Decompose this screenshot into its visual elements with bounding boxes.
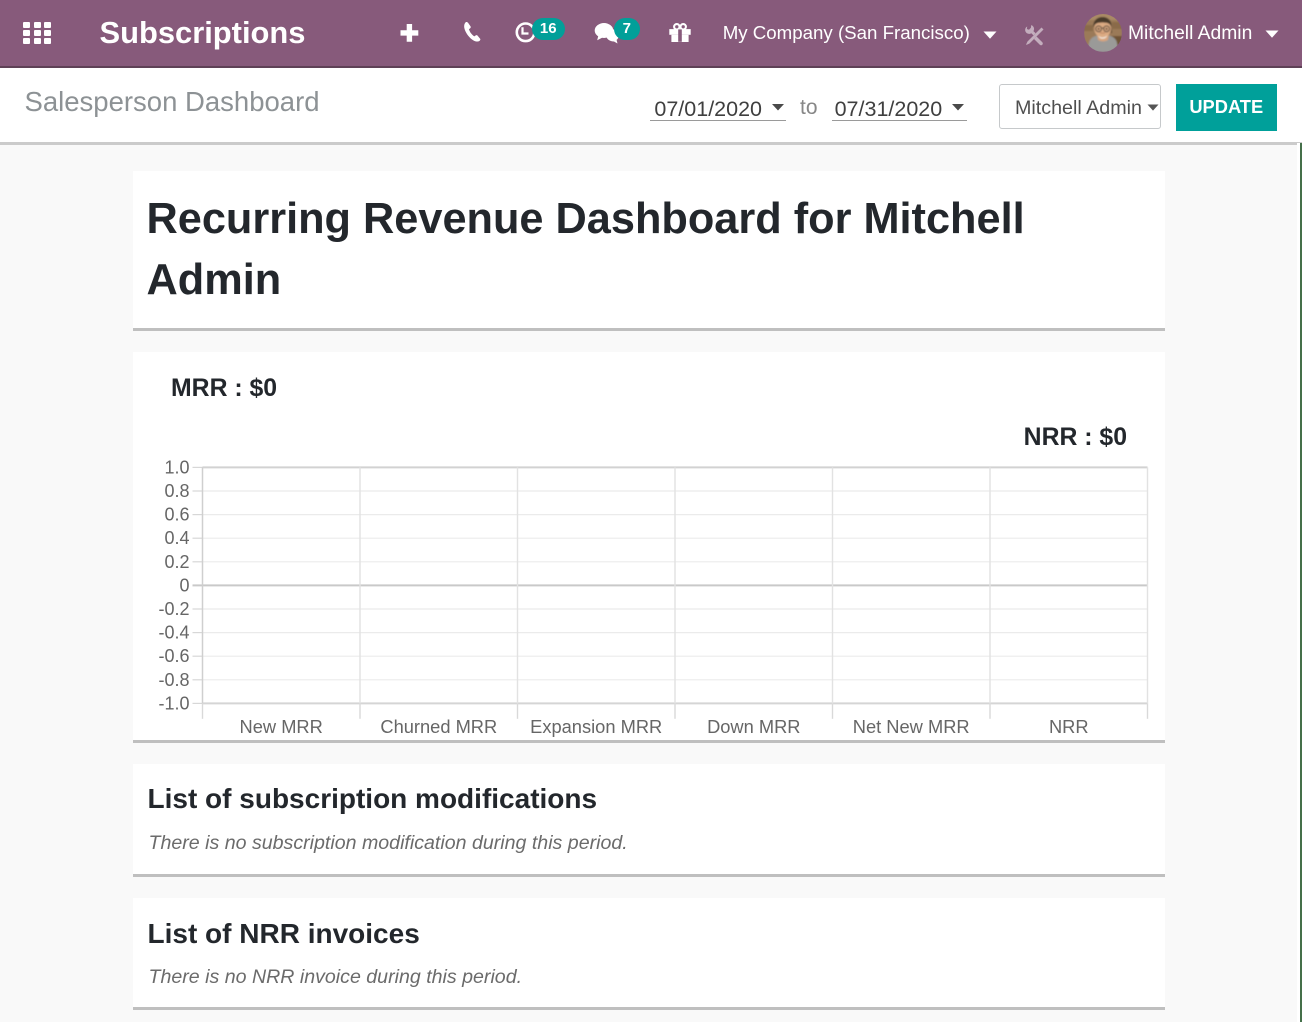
svg-text:-0.2: -0.2 (158, 599, 189, 619)
svg-text:0.2: 0.2 (164, 552, 189, 572)
svg-text:0.8: 0.8 (164, 481, 189, 501)
svg-text:Net New MRR: Net New MRR (852, 716, 969, 737)
svg-text:-0.8: -0.8 (158, 670, 189, 690)
svg-text:-0.4: -0.4 (158, 623, 189, 643)
svg-text:0: 0 (179, 575, 189, 595)
svg-text:Down MRR: Down MRR (707, 716, 800, 737)
svg-text:Churned MRR: Churned MRR (380, 716, 497, 737)
svg-text:New MRR: New MRR (239, 716, 322, 737)
svg-text:NRR: NRR (1048, 716, 1088, 737)
svg-text:0.4: 0.4 (164, 528, 189, 548)
svg-text:Expansion MRR: Expansion MRR (530, 716, 662, 737)
svg-text:-1.0: -1.0 (158, 693, 189, 713)
svg-text:-0.6: -0.6 (158, 646, 189, 666)
svg-text:1.0: 1.0 (164, 457, 189, 477)
svg-text:0.6: 0.6 (164, 505, 189, 525)
